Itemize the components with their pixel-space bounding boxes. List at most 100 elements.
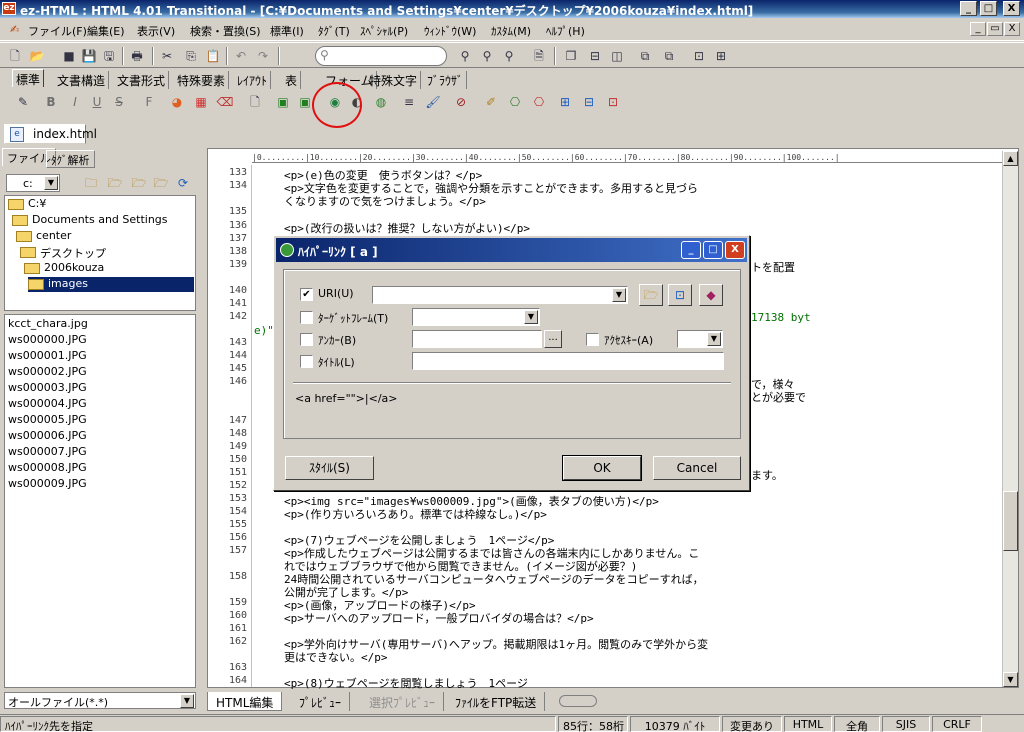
menu-special[interactable]: ｽﾍﾟｼｬﾙ(P)	[360, 23, 408, 39]
folder-refresh-icon[interactable]: 🗁	[152, 175, 170, 191]
tab-document-structure[interactable]: 文書構造	[54, 71, 110, 89]
menu-edit[interactable]: 編集(E)	[87, 23, 125, 39]
uri-checkbox[interactable]: ✔	[300, 288, 313, 301]
menu-custom[interactable]: ｶｽﾀﾑ(M)	[491, 23, 531, 39]
arrange-icon[interactable]: ⧉	[660, 47, 678, 65]
bold-icon[interactable]: B	[42, 93, 60, 111]
tab-special-elements[interactable]: 特殊要素	[174, 71, 230, 89]
scroll-up-icon[interactable]: ▲	[1003, 151, 1018, 166]
cascade-windows-icon[interactable]: ❐	[562, 47, 580, 65]
list-item[interactable]: ws000005.JPG	[8, 413, 87, 426]
tab-preview[interactable]: ﾌﾟﾚﾋﾞｭｰ	[291, 692, 351, 711]
list-item[interactable]: ws000007.JPG	[8, 445, 87, 458]
chevron-down-icon[interactable]: ▼	[707, 332, 721, 346]
print-preview-icon[interactable]: ■	[60, 47, 78, 65]
minimize-button[interactable]: _	[960, 1, 977, 16]
drive-select[interactable]: c: ▼	[6, 174, 60, 192]
target-combobox[interactable]: ▼	[412, 308, 540, 326]
folder-up-icon[interactable]: 🗁	[106, 175, 124, 191]
tile-horizontal-icon[interactable]: ⊟	[586, 47, 604, 65]
menu-standard[interactable]: 標準(I)	[270, 23, 304, 39]
new-folder-icon[interactable]: 🗀	[82, 175, 100, 191]
chevron-down-icon[interactable]: ▼	[524, 310, 538, 324]
tree-node-documents[interactable]: Documents and Settings	[12, 213, 194, 228]
color-icon[interactable]: ▦	[192, 93, 210, 111]
ok-button[interactable]: OK	[562, 455, 642, 481]
save-all-icon[interactable]: 🖫	[100, 47, 118, 65]
list-item[interactable]: ws000001.JPG	[8, 349, 87, 362]
cancel-button[interactable]: Cancel	[653, 456, 741, 480]
page-icon[interactable]: 🗋	[246, 93, 264, 111]
tab-browser[interactable]: ﾌﾞﾗｳｻﾞ	[424, 71, 468, 89]
file-filter-select[interactable]: オールファイル(*.*) ▼	[4, 692, 196, 709]
open-folder-icon[interactable]: 📂	[28, 47, 46, 65]
tile-vertical-icon[interactable]: ◫	[608, 47, 626, 65]
doc-close-button[interactable]: X	[1004, 22, 1020, 36]
underline-icon[interactable]: U	[88, 93, 106, 111]
list-item[interactable]: ws000006.JPG	[8, 429, 87, 442]
insert-link-icon[interactable]: ⊡	[668, 284, 692, 306]
redo-icon[interactable]: ↷	[254, 47, 272, 65]
list-item[interactable]: kcct_chara.jpg	[8, 317, 88, 330]
tab-table[interactable]: 表	[282, 71, 302, 89]
scroll-down-icon[interactable]: ▼	[1003, 672, 1018, 687]
comment-icon[interactable]: ✎	[14, 93, 32, 111]
font-icon[interactable]: F	[140, 93, 158, 111]
menu-file[interactable]: ファイル(F)	[28, 23, 87, 39]
target-checkbox[interactable]	[300, 311, 313, 324]
chevron-down-icon[interactable]: ▼	[44, 176, 58, 190]
list-item[interactable]: ws000004.JPG	[8, 397, 87, 410]
cut-icon[interactable]: ✂	[158, 47, 176, 65]
search-input[interactable]: ⚲	[315, 46, 447, 66]
dialog-minimize-button[interactable]: _	[681, 241, 701, 259]
anchor-browse-button[interactable]: ...	[544, 330, 562, 348]
doc-restore-button[interactable]: ▭	[987, 22, 1003, 36]
tree-node-desktop[interactable]: デスクトップ	[20, 245, 194, 260]
doc-minimize-button[interactable]: _	[970, 22, 986, 36]
paint-icon[interactable]: 🖌	[424, 93, 442, 111]
layout-icon[interactable]: ⊞	[712, 47, 730, 65]
find-icon[interactable]: ⚲	[456, 47, 474, 65]
chevron-down-icon[interactable]: ▼	[612, 288, 626, 302]
uri-combobox[interactable]: ▼	[372, 286, 628, 304]
tab-layout[interactable]: ﾚｲｱｳﾄ	[234, 71, 272, 89]
dialog-close-button[interactable]: X	[725, 241, 745, 259]
document-tab[interactable]: e index.html	[4, 124, 97, 144]
sync-icon[interactable]: ⟳	[174, 175, 192, 191]
menu-view[interactable]: 表示(V)	[137, 23, 175, 39]
menu-tag[interactable]: ﾀｸﾞ(T)	[318, 23, 350, 39]
strikethrough-icon[interactable]: S	[110, 93, 128, 111]
title-field[interactable]	[412, 352, 724, 370]
italic-icon[interactable]: I	[66, 93, 84, 111]
scroll-thumb[interactable]	[1003, 491, 1018, 551]
vertical-scrollbar[interactable]: ▲ ▼	[1002, 151, 1018, 687]
new-file-icon[interactable]: 🗋	[6, 47, 24, 65]
tab-tag-analysis[interactable]: ﾀｸﾞ解析	[46, 150, 95, 168]
frame-icon[interactable]: ⊞	[556, 93, 574, 111]
new-window-icon[interactable]: ⧉	[636, 47, 654, 65]
accesskey-combobox[interactable]: ▼	[677, 330, 723, 348]
menu-search-replace[interactable]: 検索・置換(S)	[190, 23, 261, 39]
maximize-button[interactable]: □	[980, 1, 997, 16]
embed-icon[interactable]: ⎔	[530, 93, 548, 111]
tree-node-2006kouza[interactable]: 2006kouza	[24, 261, 194, 276]
copy-icon[interactable]: ⎘	[182, 47, 200, 65]
script-icon[interactable]: ✐	[482, 93, 500, 111]
menu-window[interactable]: ｳｨﾝﾄﾞｳ(W)	[424, 23, 476, 39]
mail-link-icon[interactable]: ◍	[372, 93, 390, 111]
style-button[interactable]: ｽﾀｲﾙ(S)	[285, 456, 374, 480]
find-next-icon[interactable]: ⚲	[478, 47, 496, 65]
find-prev-icon[interactable]: ⚲	[500, 47, 518, 65]
anchor-field[interactable]	[412, 330, 542, 348]
title-checkbox[interactable]	[300, 355, 313, 368]
iframe-icon[interactable]: ⊟	[580, 93, 598, 111]
eraser-icon[interactable]: ⌫	[216, 93, 234, 111]
chevron-down-icon[interactable]: ▼	[180, 694, 194, 708]
browse-folder-icon[interactable]: 🗁	[639, 284, 663, 306]
tree-node-images[interactable]: images	[28, 277, 194, 292]
list-item[interactable]: ws000000.JPG	[8, 333, 87, 346]
dialog-maximize-button[interactable]: □	[703, 241, 723, 259]
menu-help[interactable]: ﾍﾙﾌﾟ(H)	[546, 23, 585, 39]
tab-document-format[interactable]: 文書形式	[114, 71, 170, 89]
split-icon[interactable]: ⊡	[690, 47, 708, 65]
